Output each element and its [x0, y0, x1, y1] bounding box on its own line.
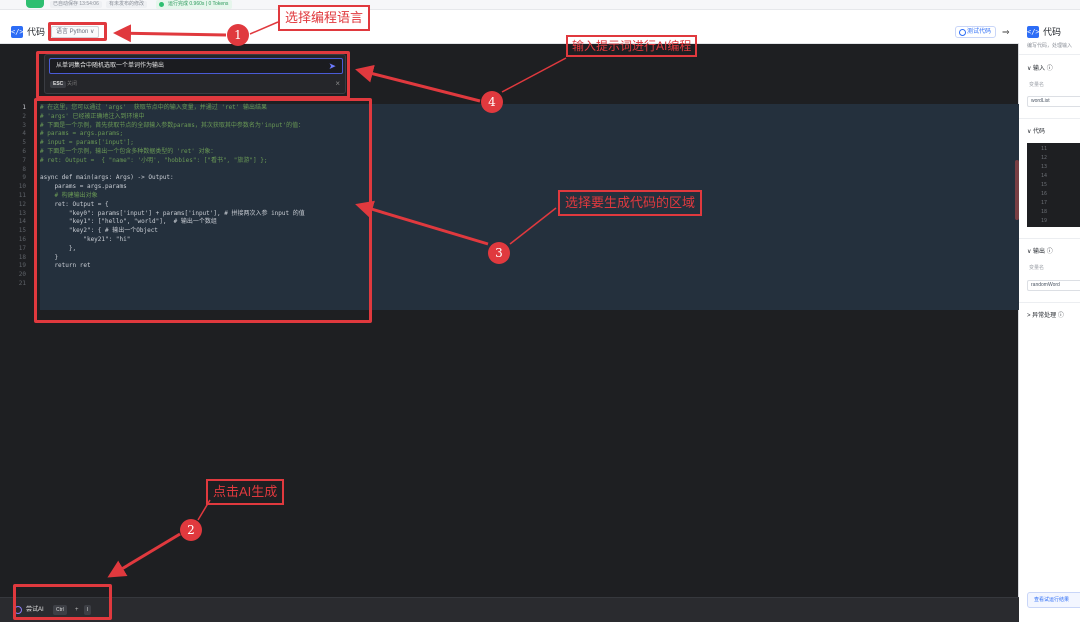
code-preview[interactable]: 11 12 13 14 15 16 17 18 19	[1027, 143, 1080, 227]
prompt-highlight-box	[36, 51, 350, 99]
divider	[1019, 54, 1080, 55]
divider	[1019, 302, 1080, 303]
editor-title: 代码	[27, 27, 46, 37]
step-badge-2: 2	[180, 519, 202, 541]
collapse-panel-icon[interactable]: ⇒	[1002, 26, 1010, 38]
output-var-field[interactable]: randomWord	[1027, 280, 1080, 291]
editor-footer: 尝试AI Ctrl + I	[0, 597, 1019, 622]
divider	[1019, 118, 1080, 119]
preview-line-number: 14	[1040, 173, 1047, 179]
line-number: 11	[18, 192, 26, 199]
line-number: 5	[22, 139, 26, 147]
line-number: 1	[22, 104, 26, 111]
output-section-toggle[interactable]: ∨ 输出 ⓘ	[1027, 248, 1053, 257]
line-number: 2	[22, 112, 26, 120]
line-number: 14	[18, 218, 26, 226]
step-badge-1: 1	[227, 24, 249, 46]
app-root: 已自动保存 13:54:06 有未发布的修改 运行完成 0.960s | 0 T…	[0, 0, 1080, 622]
step-badge-4: 4	[481, 91, 503, 113]
exception-section-toggle[interactable]: > 异常处理 ⓘ	[1027, 312, 1064, 321]
callout-enter-prompt: 输入提示词进行AI编程	[566, 35, 698, 57]
preview-line-number: 17	[1040, 200, 1047, 206]
test-code-button[interactable]: 测试代码	[955, 26, 997, 38]
code-region-highlight-box	[34, 98, 372, 323]
code-icon: </>	[11, 26, 24, 38]
line-number: 21	[18, 280, 26, 287]
line-number: 6	[22, 148, 26, 155]
line-number: 10	[18, 183, 26, 191]
line-number: 17	[18, 244, 26, 252]
code-section-toggle[interactable]: ∨ 代码	[1027, 128, 1045, 137]
preview-line-number: 16	[1040, 191, 1047, 197]
language-highlight-box	[48, 22, 107, 41]
preview-line-number: 18	[1040, 209, 1047, 215]
app-logo	[26, 0, 44, 8]
input-var-label: 变量名	[1029, 82, 1045, 88]
unpublished-status: 有未发布的修改	[106, 1, 148, 8]
input-section-toggle[interactable]: ∨ 输入 ⓘ	[1027, 65, 1053, 74]
preview-line-number: 11	[1040, 146, 1047, 152]
step-badge-3: 3	[488, 242, 510, 264]
view-run-result-button[interactable]: 查看试运行结果	[1027, 592, 1080, 608]
preview-line-number: 19	[1040, 218, 1047, 224]
line-number: 16	[18, 236, 26, 243]
callout-click-ai: 点击AI生成	[206, 479, 285, 505]
editor-header: </> 代码 语言 Python ∨ 测试代码 ⇒	[0, 20, 1019, 44]
node-config-panel: </> 代码 编写代码，处理输入 ∨ 输入 ⓘ 变量名 wordList ∨ 代…	[1019, 20, 1080, 622]
try-ai-highlight-box	[13, 584, 112, 620]
node-title: 代码	[1043, 27, 1062, 37]
code-icon: </>	[1027, 26, 1040, 38]
preview-line-number: 15	[1040, 182, 1047, 188]
line-number: 12	[18, 200, 26, 208]
line-number: 8	[22, 165, 26, 173]
callout-select-region: 选择要生成代码的区域	[558, 190, 703, 216]
line-number: 15	[18, 227, 26, 235]
line-number: 3	[22, 121, 26, 129]
input-var-field[interactable]: wordList	[1027, 96, 1080, 107]
line-number: 4	[22, 130, 26, 138]
run-status-badge: 运行完成 0.960s | 0 Tokens	[156, 0, 233, 9]
line-number: 7	[22, 156, 26, 164]
divider	[1019, 238, 1080, 239]
top-status-strip: 已自动保存 13:54:06 有未发布的修改 运行完成 0.960s | 0 T…	[0, 0, 1080, 10]
line-number: 20	[18, 271, 26, 279]
line-number: 13	[18, 209, 26, 217]
preview-line-number: 12	[1040, 155, 1047, 161]
line-number: 19	[18, 262, 26, 270]
node-description: 编写代码，处理输入	[1027, 43, 1073, 49]
line-number: 9	[22, 174, 26, 182]
autosave-status: 已自动保存 13:54:06	[50, 1, 102, 8]
callout-select-language: 选择编程语言	[278, 5, 371, 31]
line-number: 18	[18, 253, 26, 261]
output-var-label: 变量名	[1029, 265, 1045, 271]
preview-line-number: 13	[1040, 164, 1047, 170]
